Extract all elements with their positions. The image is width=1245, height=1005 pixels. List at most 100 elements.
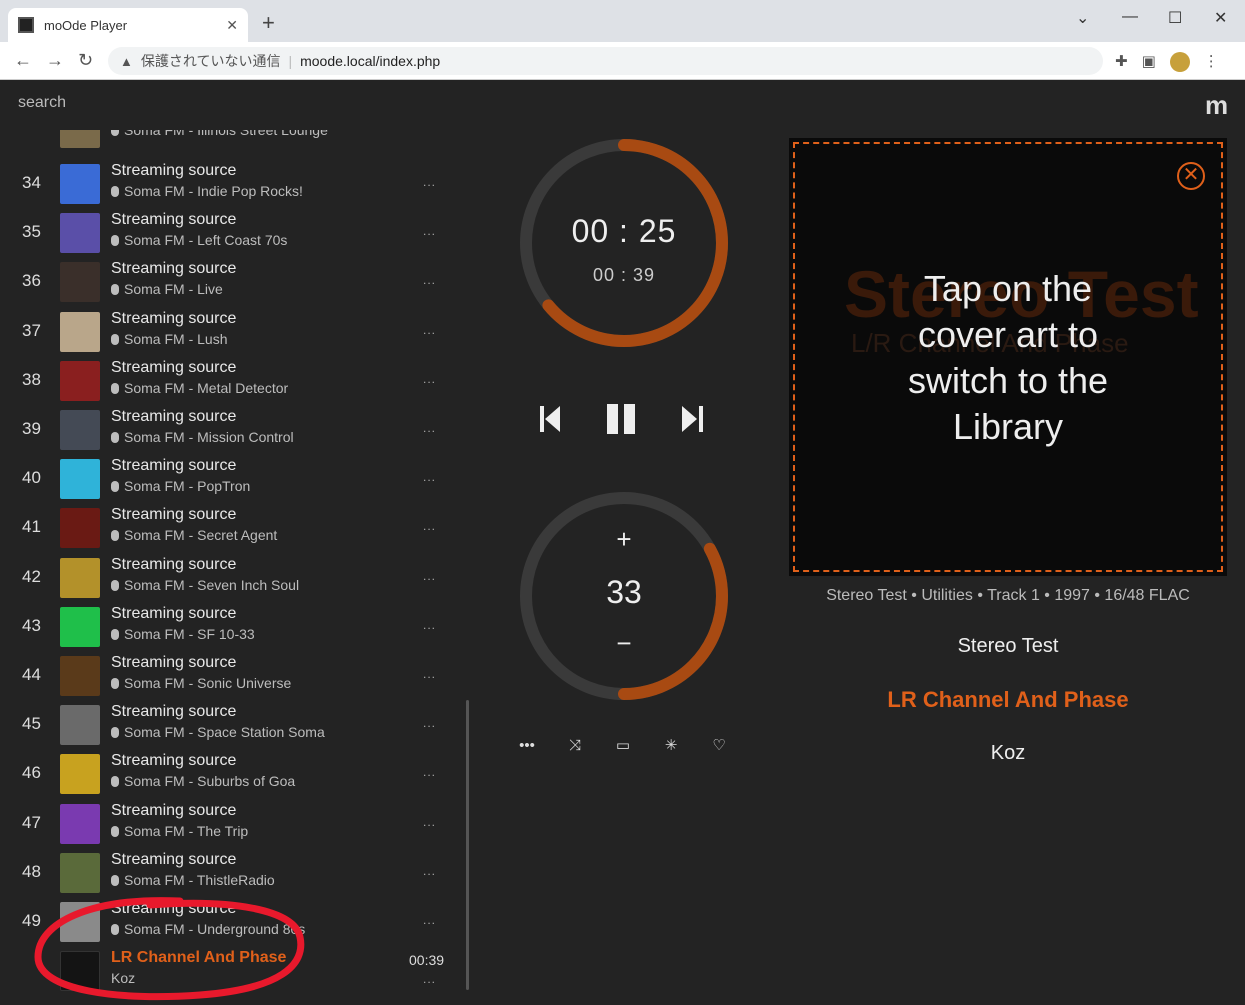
side-panel-icon[interactable]: ▣ xyxy=(1142,52,1156,72)
playlist-item[interactable]: 44 Streaming source Soma FM - Sonic Univer… xyxy=(0,653,460,702)
playlist: Soma FM - Illinois Street Lounge 34 Strea… xyxy=(0,130,460,1000)
station-thumbnail xyxy=(60,656,100,696)
more-options-icon[interactable]: ••• xyxy=(515,735,539,759)
playlist-item[interactable]: 36 Streaming source Soma FM - Live... xyxy=(0,259,460,308)
volume-up-button[interactable]: + xyxy=(518,524,730,555)
cover-art[interactable]: Stereo Test L/R Channel And Phase ✕ Tap … xyxy=(789,138,1227,576)
station-thumbnail xyxy=(60,130,100,148)
playlist-item[interactable]: 47 Streaming source Soma FM - The Trip... xyxy=(0,801,460,850)
extensions-icon[interactable]: ✚ xyxy=(1115,52,1128,72)
playlist-item[interactable]: 34 Streaming source Soma FM - Indie Pop Ro… xyxy=(0,161,460,210)
station-thumbnail xyxy=(60,459,100,500)
playlist-item-menu-icon[interactable]: ... xyxy=(423,864,436,878)
playlist-item-title: Streaming source xyxy=(111,555,237,573)
playlist-item-number: 42 xyxy=(22,566,41,586)
station-thumbnail xyxy=(60,262,100,303)
playlist-item-title: Streaming source xyxy=(111,309,237,327)
playlist-item-title: Streaming source xyxy=(111,506,237,524)
now-playing-menu-icon[interactable]: ... xyxy=(423,972,436,986)
cover-hint-text: Tap on the cover art to switch to the Li… xyxy=(907,268,1109,447)
playlist-item-menu-icon[interactable]: ... xyxy=(423,224,436,238)
display-icon[interactable]: ▭ xyxy=(611,735,635,759)
playlist-item-subtitle-text: Soma FM - Secret Agent xyxy=(124,527,278,544)
next-button[interactable] xyxy=(674,398,714,438)
playlist-item[interactable]: 39 Streaming source Soma FM - Mission Cont… xyxy=(0,407,460,456)
close-tab-icon[interactable]: ✕ xyxy=(226,17,238,34)
now-playing-duration: 00:39 xyxy=(409,952,445,969)
playlist-item-number: 36 xyxy=(22,271,41,291)
volume-down-button[interactable]: − xyxy=(518,628,730,659)
playlist-item-number: 34 xyxy=(22,173,41,192)
search-button[interactable]: search xyxy=(18,94,66,112)
elapsed-time: 00 : 25 xyxy=(571,213,677,249)
station-thumbnail xyxy=(60,360,100,401)
playlist-item-menu-icon[interactable]: ... xyxy=(423,372,436,386)
playlist-item-menu-icon[interactable]: ... xyxy=(423,519,436,533)
playlist-item-menu-icon[interactable]: ... xyxy=(423,913,436,927)
random-icon[interactable]: ✳ xyxy=(659,735,683,759)
url-text: moode.local/index.php xyxy=(300,53,441,69)
volume-knob[interactable]: + 33 − xyxy=(518,490,730,702)
playlist-item-menu-icon[interactable]: ... xyxy=(423,618,436,632)
playlist-item[interactable]: 42 Streaming source Soma FM - Seven Inch S… xyxy=(0,555,460,604)
browser-menu-icon[interactable]: ⋮ xyxy=(1204,52,1219,72)
tab-search-icon[interactable]: ⌄ xyxy=(1076,8,1089,28)
progress-knob[interactable]: 00 : 25 00 : 39 xyxy=(518,137,730,349)
browser-tab[interactable]: moOde Player ✕ xyxy=(8,8,248,42)
playlist-scrollbar[interactable] xyxy=(466,700,469,990)
playlist-item-title: Streaming source xyxy=(111,703,237,721)
moode-logo[interactable]: m xyxy=(1205,90,1228,121)
address-bar[interactable]: ▲ 保護されていない通信 | moode.local/index.php xyxy=(108,47,1103,75)
playlist-item-number: 43 xyxy=(22,615,41,635)
forward-button[interactable]: → xyxy=(46,50,64,71)
playlist-item-title: Streaming source xyxy=(111,850,237,868)
favorite-heart-icon[interactable]: ♡ xyxy=(707,735,731,759)
playlist-item-menu-icon[interactable]: ... xyxy=(423,716,436,730)
playlist-item-menu-icon[interactable]: ... xyxy=(423,470,436,484)
playlist-item-menu-icon[interactable]: ... xyxy=(423,175,436,189)
playlist-item[interactable]: 40 Streaming source Soma FM - PopTron... xyxy=(0,456,460,505)
maximize-button[interactable]: ☐ xyxy=(1168,8,1182,28)
playlist-item[interactable]: 45 Streaming source Soma FM - Space Statio… xyxy=(0,702,460,751)
playlist-item[interactable]: 43 Streaming source Soma FM - SF 10-33... xyxy=(0,604,460,653)
profile-avatar[interactable] xyxy=(1169,52,1190,72)
station-thumbnail xyxy=(60,803,100,844)
playlist-item-menu-icon[interactable]: ... xyxy=(423,765,436,779)
reload-button[interactable]: ↻ xyxy=(78,50,93,71)
new-tab-button[interactable]: + xyxy=(262,12,275,34)
close-window-button[interactable]: ✕ xyxy=(1214,8,1227,28)
playlist-item-subtitle-text: Soma FM - The Trip xyxy=(124,822,249,839)
playlist-item-subtitle-text: Soma FM - Illinois Street Lounge xyxy=(124,130,328,138)
previous-button[interactable] xyxy=(530,398,570,438)
playlist-item-menu-icon[interactable]: ... xyxy=(423,667,436,681)
playlist-item-subtitle: Soma FM - Space Station Soma xyxy=(111,724,325,740)
total-time: 00 : 39 xyxy=(592,265,656,285)
previous-icon xyxy=(540,406,560,432)
playlist-item-menu-icon[interactable]: ... xyxy=(423,421,436,435)
playlist-item-title: Streaming source xyxy=(111,752,237,770)
playlist-item[interactable]: 35 Streaming source Soma FM - Left Coast 7… xyxy=(0,210,460,259)
playlist-item-subtitle-text: Soma FM - Lush xyxy=(124,330,228,347)
playlist-item-menu-icon[interactable]: ... xyxy=(423,323,436,337)
playlist-item[interactable]: 41 Streaming source Soma FM - Secret Agent… xyxy=(0,505,460,554)
playlist-item-menu-icon[interactable]: ... xyxy=(423,569,436,583)
pause-icon xyxy=(607,404,635,434)
playlist-item-subtitle: Soma FM - SF 10-33 xyxy=(111,626,255,642)
playlist-item[interactable]: 37 Streaming source Soma FM - Lush... xyxy=(0,309,460,358)
minimize-button[interactable]: — xyxy=(1122,8,1138,26)
playlist-item[interactable]: 38 Streaming source Soma FM - Metal Detect… xyxy=(0,358,460,407)
microphone-icon xyxy=(111,432,119,443)
playlist-item[interactable]: 46 Streaming source Soma FM - Suburbs of G… xyxy=(0,751,460,800)
playlist-item-menu-icon[interactable]: ... xyxy=(423,815,436,829)
station-thumbnail xyxy=(60,606,100,647)
playlist-item-title: Streaming source xyxy=(111,801,237,819)
playlist-item[interactable]: 48 Streaming source Soma FM - ThistleRadio… xyxy=(0,850,460,899)
microphone-icon xyxy=(111,874,119,886)
close-hint-icon[interactable]: ✕ xyxy=(1177,162,1205,190)
back-button[interactable]: ← xyxy=(14,50,32,71)
playlist-item-menu-icon[interactable]: ... xyxy=(423,273,436,287)
pause-button[interactable] xyxy=(602,398,642,438)
shuffle-icon[interactable]: ⤨ xyxy=(563,735,587,759)
playlist-item-title: Streaming source xyxy=(111,408,237,425)
station-thumbnail xyxy=(60,754,100,795)
